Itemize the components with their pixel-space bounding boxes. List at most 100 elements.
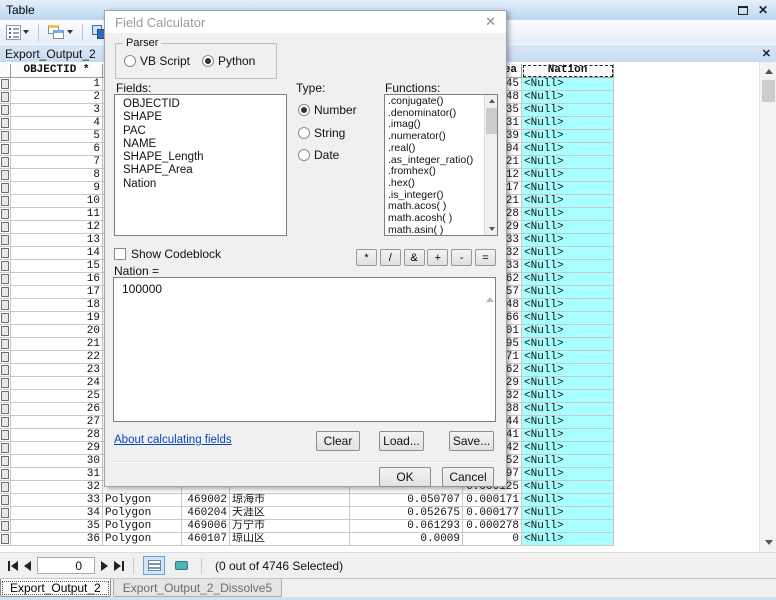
row-selector[interactable] <box>0 325 11 338</box>
row-selector[interactable] <box>0 182 11 195</box>
cell-objectid[interactable]: 20 <box>11 325 103 338</box>
show-selected-records-button[interactable] <box>170 556 192 575</box>
cell-shape[interactable]: Polygon <box>103 520 182 533</box>
function-item[interactable]: .real() <box>385 143 483 155</box>
tab-export-output-2-dissolve5[interactable]: Export_Output_2_Dissolve5 <box>113 579 282 597</box>
cell-nation[interactable]: <Null> <box>522 234 614 247</box>
cell-nation[interactable]: <Null> <box>522 273 614 286</box>
row-selector[interactable] <box>0 481 11 494</box>
cell-objectid[interactable]: 2 <box>11 91 103 104</box>
row-selector[interactable] <box>0 520 11 533</box>
scroll-down-icon[interactable] <box>485 223 498 235</box>
cell-objectid[interactable]: 7 <box>11 156 103 169</box>
scrollbar-thumb[interactable] <box>762 80 775 102</box>
cell-length[interactable]: 0.0009 <box>350 533 463 546</box>
cell-objectid[interactable]: 29 <box>11 442 103 455</box>
cell-objectid[interactable]: 13 <box>11 234 103 247</box>
close-icon[interactable]: ✕ <box>758 5 768 15</box>
functions-scrollbar[interactable] <box>484 95 497 235</box>
cell-area[interactable]: 0.000177 <box>463 507 522 520</box>
related-tables-button[interactable] <box>46 22 75 43</box>
cell-nation[interactable]: <Null> <box>522 481 614 494</box>
cell-nation[interactable]: <Null> <box>522 533 614 546</box>
cell-objectid[interactable]: 16 <box>11 273 103 286</box>
field-item[interactable]: NAME <box>115 138 286 151</box>
row-selector[interactable] <box>0 351 11 364</box>
field-item[interactable]: SHAPE_Area <box>115 164 286 177</box>
vertical-scrollbar[interactable] <box>759 62 776 552</box>
cell-objectid[interactable]: 6 <box>11 143 103 156</box>
row-selector[interactable] <box>0 286 11 299</box>
cell-nation[interactable]: <Null> <box>522 390 614 403</box>
tab-export-output-2[interactable]: Export_Output_2 <box>0 579 111 597</box>
save-button[interactable]: Save... <box>449 431 494 451</box>
cell-nation[interactable]: <Null> <box>522 364 614 377</box>
row-selector[interactable] <box>0 234 11 247</box>
row-selector[interactable] <box>0 247 11 260</box>
cell-area[interactable]: 0 <box>463 533 522 546</box>
cell-pac[interactable]: 469002 <box>182 494 230 507</box>
cell-objectid[interactable]: 11 <box>11 208 103 221</box>
parser-vbscript-radio[interactable]: VB Script <box>124 54 190 68</box>
cell-length[interactable]: 0.052675 <box>350 507 463 520</box>
cell-nation[interactable]: <Null> <box>522 403 614 416</box>
type-number-radio[interactable]: Number <box>298 103 357 117</box>
row-selector[interactable] <box>0 377 11 390</box>
table-options-button[interactable] <box>4 22 31 43</box>
cell-objectid[interactable]: 17 <box>11 286 103 299</box>
expression-input[interactable]: 100000 <box>113 277 496 422</box>
fields-list[interactable]: OBJECTIDSHAPEPACNAMESHAPE_LengthSHAPE_Ar… <box>114 94 287 236</box>
cell-objectid[interactable]: 36 <box>11 533 103 546</box>
cell-nation[interactable]: <Null> <box>522 429 614 442</box>
row-selector[interactable] <box>0 429 11 442</box>
row-selector[interactable] <box>0 104 11 117</box>
cell-objectid[interactable]: 27 <box>11 416 103 429</box>
ok-button[interactable]: OK <box>379 467 431 487</box>
function-item[interactable]: math.asin( ) <box>385 225 483 236</box>
row-selector[interactable] <box>0 494 11 507</box>
cell-objectid[interactable]: 24 <box>11 377 103 390</box>
row-selector[interactable] <box>0 299 11 312</box>
cell-objectid[interactable]: 9 <box>11 182 103 195</box>
cell-length[interactable]: 0.050707 <box>350 494 463 507</box>
scrollbar-thumb[interactable] <box>486 108 497 134</box>
cell-objectid[interactable]: 19 <box>11 312 103 325</box>
row-selector[interactable] <box>0 117 11 130</box>
row-selector[interactable] <box>0 169 11 182</box>
cell-nation[interactable]: <Null> <box>522 104 614 117</box>
cell-objectid[interactable]: 15 <box>11 260 103 273</box>
row-selector[interactable] <box>0 442 11 455</box>
dialog-close-icon[interactable]: ✕ <box>485 14 496 30</box>
cell-area[interactable]: 0.000278 <box>463 520 522 533</box>
cell-objectid[interactable]: 28 <box>11 429 103 442</box>
type-string-radio[interactable]: String <box>298 126 345 140</box>
cell-objectid[interactable]: 18 <box>11 299 103 312</box>
function-item[interactable]: math.acosh( ) <box>385 213 483 225</box>
operator-divide-button[interactable]: / <box>380 249 401 266</box>
cell-nation[interactable]: <Null> <box>522 351 614 364</box>
field-item[interactable]: SHAPE <box>115 111 286 124</box>
cell-nation[interactable]: <Null> <box>522 338 614 351</box>
cancel-button[interactable]: Cancel <box>442 467 494 487</box>
about-calculating-fields-link[interactable]: About calculating fields <box>114 434 232 446</box>
cell-nation[interactable]: <Null> <box>522 312 614 325</box>
cell-nation[interactable]: <Null> <box>522 325 614 338</box>
cell-nation[interactable]: <Null> <box>522 494 614 507</box>
cell-nation[interactable]: <Null> <box>522 117 614 130</box>
cell-nation[interactable]: <Null> <box>522 169 614 182</box>
cell-shape[interactable]: Polygon <box>103 507 182 520</box>
cell-objectid[interactable]: 30 <box>11 455 103 468</box>
cell-name[interactable]: 琼海市 <box>230 494 350 507</box>
close-table-icon[interactable]: ✕ <box>762 49 771 59</box>
cell-nation[interactable]: <Null> <box>522 78 614 91</box>
row-selector[interactable] <box>0 195 11 208</box>
cell-nation[interactable]: <Null> <box>522 143 614 156</box>
cell-objectid[interactable]: 23 <box>11 364 103 377</box>
row-selector[interactable] <box>0 273 11 286</box>
cell-objectid[interactable]: 1 <box>11 78 103 91</box>
function-item[interactable]: .conjugate() <box>385 96 483 108</box>
cell-name[interactable]: 琼山区 <box>230 533 350 546</box>
operator-plus-button[interactable]: + <box>427 249 448 266</box>
cell-objectid[interactable]: 10 <box>11 195 103 208</box>
row-selector[interactable] <box>0 455 11 468</box>
